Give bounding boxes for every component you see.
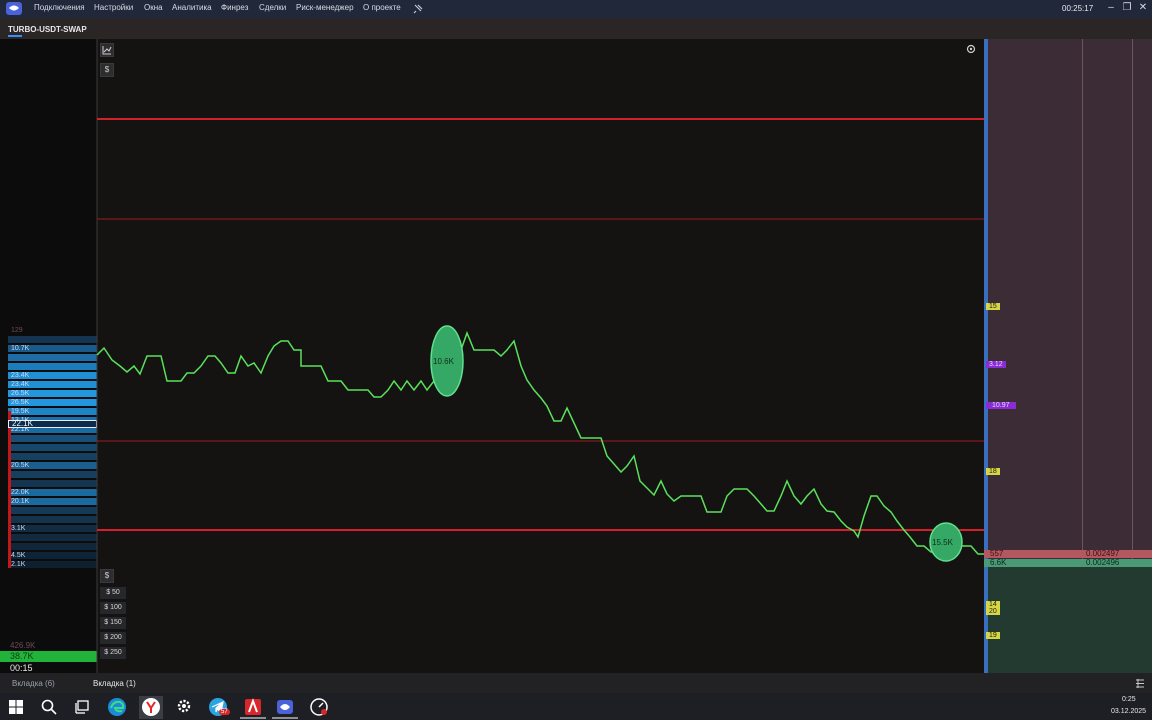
currency-button[interactable]: $ [100, 63, 114, 77]
gear-icon[interactable] [176, 698, 192, 714]
taskbar-active-indicator [272, 717, 298, 719]
big-trade-label: 10.6K [433, 357, 454, 366]
tab-bar [0, 673, 1152, 693]
ask-price: 0.002497 [1086, 549, 1120, 558]
yandex-browser-icon[interactable] [141, 697, 161, 717]
big-trade-label: 15.5K [932, 538, 953, 547]
telegram-badge: 57 [219, 709, 230, 715]
tabs-menu-icon[interactable] [1135, 679, 1145, 688]
tab-workspace-1[interactable]: Вкладка (1) [93, 679, 136, 688]
windows-start-icon[interactable] [9, 700, 23, 714]
tray-date[interactable]: 03.12.2025 [1111, 708, 1146, 715]
volume-marker: 14 [986, 601, 1000, 608]
volume-marker: 19 [986, 632, 1000, 639]
quick-amount-button[interactable]: $ 250 [100, 647, 126, 659]
ask-volume: 557 [990, 549, 1004, 558]
terminal-app-icon[interactable] [275, 697, 295, 717]
bid-volume: 6.6K [990, 558, 1007, 567]
gear-icon[interactable] [964, 43, 978, 57]
volume-marker: 15 [986, 303, 1000, 310]
quick-amount-button[interactable]: $ 50 [100, 587, 126, 599]
bid-zone [988, 563, 1152, 673]
purple-marker: 3.12 [986, 361, 1006, 368]
tray-time[interactable]: 0:25 [1122, 696, 1136, 703]
task-view-icon[interactable] [75, 700, 89, 714]
purple-marker: 10.97 [986, 402, 1016, 409]
quick-amount-button[interactable]: $ 200 [100, 632, 126, 644]
quick-amount-button[interactable]: $ 100 [100, 602, 126, 614]
bid-price: 0.002496 [1086, 558, 1120, 567]
ask-row[interactable] [984, 550, 1152, 558]
volume-marker: 18 [986, 468, 1000, 475]
bid-row[interactable] [984, 559, 1152, 567]
chart-type-icon[interactable] [100, 43, 114, 57]
taskbar [0, 693, 1152, 720]
speedometer-icon[interactable] [309, 697, 329, 717]
volume-marker: 20 [986, 608, 1000, 615]
tab-workspace-6[interactable]: Вкладка (6) [12, 679, 55, 688]
trading-app-icon[interactable] [243, 697, 263, 717]
currency-button-bottom[interactable]: $ [100, 569, 114, 583]
chart-svg [96, 39, 1152, 673]
edge-browser-icon[interactable] [107, 697, 127, 717]
search-icon[interactable] [41, 699, 57, 715]
taskbar-active-indicator [240, 717, 266, 719]
quick-amount-button[interactable]: $ 150 [100, 617, 126, 629]
